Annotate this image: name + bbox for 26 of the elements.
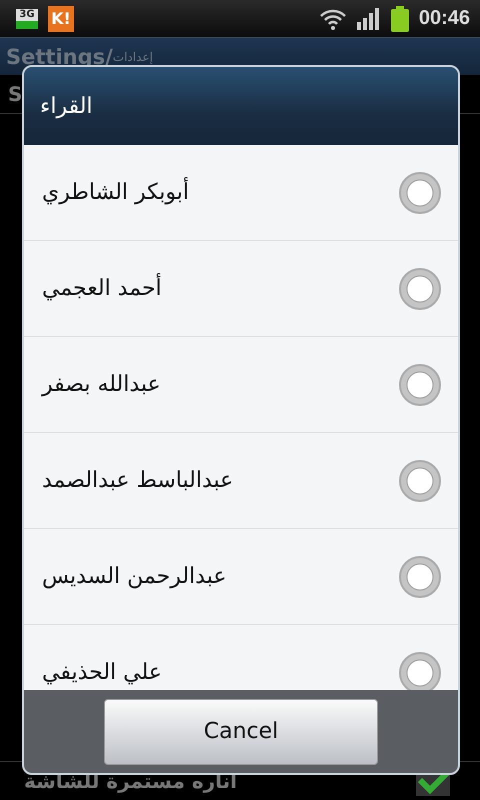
- option-row[interactable]: عبدالرحمن السديس: [24, 529, 458, 625]
- cancel-button[interactable]: Cancel: [104, 698, 378, 764]
- option-row[interactable]: عبدالباسط عبدالصمد: [24, 433, 458, 529]
- option-row[interactable]: أحمد العجمي: [24, 241, 458, 337]
- radio-button[interactable]: [398, 458, 442, 502]
- radio-button[interactable]: [398, 554, 442, 598]
- network-icon: 3G: [16, 8, 38, 28]
- option-label: عبدالباسط عبدالصمد: [42, 468, 234, 493]
- app-subtitle: إعدادات: [112, 50, 153, 64]
- clock: 00:46: [418, 7, 470, 30]
- setting-label: S: [8, 82, 22, 106]
- option-label: عبدالرحمن السديس: [42, 564, 226, 589]
- radio-button[interactable]: [398, 362, 442, 406]
- radio-button[interactable]: [398, 266, 442, 310]
- option-row[interactable]: أبوبكر الشاطري: [24, 145, 458, 241]
- radio-button[interactable]: [398, 170, 442, 214]
- app-title: Settings/: [6, 44, 113, 68]
- option-label: علي الحذيفي: [42, 660, 162, 685]
- option-label: عبدالله بصفر: [42, 372, 161, 397]
- signal-icon: [356, 8, 381, 30]
- dialog-title: القراء: [40, 94, 93, 118]
- battery-icon: [390, 6, 409, 32]
- radio-button[interactable]: [398, 650, 442, 690]
- app-icon: K!: [48, 6, 74, 32]
- wifi-icon: [318, 8, 347, 30]
- option-row[interactable]: عبدالله بصفر: [24, 337, 458, 433]
